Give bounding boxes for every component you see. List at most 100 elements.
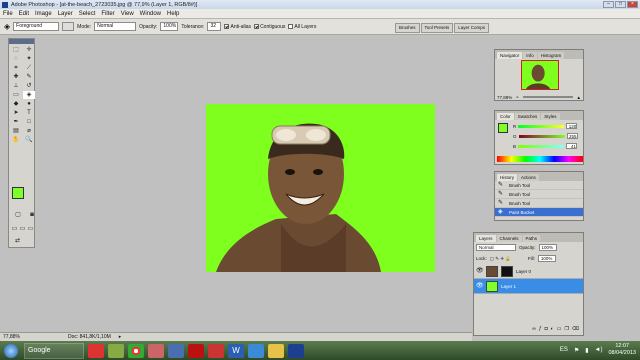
tab-swatches[interactable]: Swatches <box>514 113 541 120</box>
channel-r-slider[interactable] <box>518 124 565 128</box>
menu-layer[interactable]: Layer <box>58 11 73 17</box>
menu-select[interactable]: Select <box>79 11 96 17</box>
document-canvas[interactable] <box>206 104 435 272</box>
zoom-out-icon[interactable]: ▵ <box>516 94 518 100</box>
menu-file[interactable]: File <box>3 11 13 17</box>
eraser-icon[interactable]: ▭ <box>10 91 22 99</box>
layer-row-selected[interactable]: 👁 Layer 1 <box>474 279 583 294</box>
language-indicator[interactable]: ES <box>560 347 568 353</box>
channel-g-slider[interactable] <box>518 134 565 138</box>
history-item[interactable]: ✎ Brush Tool <box>495 199 583 208</box>
menu-view[interactable]: View <box>121 11 134 17</box>
well-layer-comps[interactable]: Layer Comps <box>454 23 490 33</box>
quickmask-mode-icon[interactable]: ◙ <box>26 211 38 219</box>
status-zoom[interactable]: 77,88% <box>3 334 20 340</box>
fill-input[interactable]: 100% <box>537 255 556 262</box>
tab-history[interactable]: History <box>497 174 518 181</box>
minimize-button[interactable]: – <box>603 1 614 8</box>
layer-row[interactable]: 👁 Layer 0 <box>474 264 583 279</box>
tab-actions[interactable]: Actions <box>518 174 539 181</box>
tab-layers[interactable]: Layers <box>476 235 496 242</box>
link-icon[interactable]: ∞ <box>532 326 536 334</box>
stamp-icon[interactable]: ⊥ <box>10 82 22 90</box>
eye-icon[interactable]: 👁 <box>476 283 484 290</box>
history-item-selected[interactable]: ◈ Paint Bucket <box>495 208 583 217</box>
app-icon-3[interactable] <box>148 343 164 358</box>
brush-icon[interactable]: ✎ <box>23 73 35 81</box>
channel-r-value[interactable]: 120 <box>566 123 578 129</box>
marquee-icon[interactable]: ⬚ <box>10 46 22 54</box>
screen-mode-3-icon[interactable]: ▭ <box>27 225 34 233</box>
tab-info[interactable]: Info <box>523 52 537 59</box>
channel-b-value[interactable]: 41 <box>566 143 578 149</box>
clock[interactable]: 12:07 08/04/2013 <box>608 343 636 357</box>
close-button[interactable]: × <box>627 1 638 8</box>
well-tool-presets[interactable]: Tool Presets <box>420 23 454 33</box>
shape-icon[interactable]: □ <box>23 118 35 126</box>
pattern-picker[interactable] <box>62 22 75 31</box>
start-button[interactable] <box>0 341 22 360</box>
adjustment-icon[interactable]: ◐ <box>551 326 554 334</box>
tab-histogram[interactable]: Histogram <box>537 52 565 59</box>
screen-mode-2-icon[interactable]: ▭ <box>19 225 26 233</box>
app-icon-6[interactable] <box>248 343 264 358</box>
history-brush-icon[interactable]: ↺ <box>23 82 35 90</box>
all-layers-checkbox[interactable] <box>288 24 294 29</box>
tab-color[interactable]: Color <box>497 113 514 120</box>
word-icon[interactable]: W <box>228 343 244 358</box>
screen-mode-1-icon[interactable]: ▭ <box>11 225 18 233</box>
lock-icons[interactable]: ▢ ✎ ✛ 🔒 <box>490 256 511 262</box>
tab-styles[interactable]: Styles <box>541 113 560 120</box>
slice-icon[interactable]: ⟋ <box>23 64 35 72</box>
chrome-icon[interactable] <box>128 343 144 358</box>
menu-filter[interactable]: Filter <box>101 11 114 17</box>
layers-opacity-input[interactable]: 100% <box>538 244 557 251</box>
lasso-icon[interactable]: ◌ <box>10 55 22 63</box>
move-icon[interactable]: ✛ <box>23 46 35 54</box>
imageready-icon[interactable]: ⇄ <box>15 238 20 244</box>
maximize-button[interactable]: □ <box>615 1 626 8</box>
tab-channels[interactable]: Channels <box>496 235 522 242</box>
volume-icon[interactable]: ◄) <box>595 347 603 353</box>
pen-icon[interactable]: ✒ <box>10 118 22 126</box>
navigator-thumbnail[interactable] <box>521 60 559 90</box>
menu-window[interactable]: Window <box>140 11 161 17</box>
zoom-icon[interactable]: 🔍 <box>23 136 35 144</box>
app-icon-5[interactable] <box>208 343 224 358</box>
mode-select[interactable]: Normal <box>94 22 137 31</box>
photoshop-taskbar-icon[interactable] <box>288 343 304 358</box>
tolerance-input[interactable]: 32 <box>207 22 222 31</box>
paint-bucket-tool-icon[interactable]: ◈ <box>23 91 35 99</box>
folder-taskbar-icon[interactable] <box>268 343 284 358</box>
healing-icon[interactable]: ✚ <box>10 73 22 81</box>
history-item[interactable]: ✎ Brush Tool <box>495 181 583 190</box>
blur-icon[interactable]: ◆ <box>10 100 22 108</box>
channel-b-slider[interactable] <box>518 144 565 148</box>
flag-icon[interactable]: ⚑ <box>574 347 579 354</box>
magic-wand-icon[interactable]: ✦ <box>23 55 35 63</box>
folder-icon[interactable]: ▭ <box>557 326 562 334</box>
color-foreground-swatch[interactable] <box>498 123 508 133</box>
antialias-checkbox[interactable] <box>224 24 230 29</box>
eye-icon[interactable]: 👁 <box>476 268 484 275</box>
mask-icon[interactable]: ◘ <box>545 326 548 334</box>
zoom-slider[interactable] <box>522 96 573 98</box>
type-icon[interactable]: T <box>23 109 35 117</box>
tab-paths[interactable]: Paths <box>522 235 541 242</box>
new-layer-icon[interactable]: ❐ <box>564 326 568 334</box>
pdf-icon[interactable] <box>188 343 204 358</box>
contiguous-checkbox[interactable] <box>254 24 260 29</box>
google-taskbar-button[interactable]: Google <box>24 342 84 359</box>
blend-mode-select[interactable]: Normal <box>476 244 516 251</box>
crop-icon[interactable]: ⌗ <box>10 64 22 72</box>
history-item[interactable]: ✎ Brush Tool <box>495 190 583 199</box>
app-icon-1[interactable] <box>88 343 104 358</box>
hand-icon[interactable]: ✋ <box>10 136 22 144</box>
menu-edit[interactable]: Edit <box>19 11 29 17</box>
opacity-input[interactable]: 100% <box>160 22 179 31</box>
tab-navigator[interactable]: Navigator <box>497 52 523 59</box>
trash-icon[interactable]: ⌫ <box>572 326 579 334</box>
navigator-zoom-value[interactable]: 77,88% <box>497 95 512 100</box>
standard-mode-icon[interactable]: ▢ <box>12 211 24 219</box>
well-brushes[interactable]: Brushes <box>395 23 420 33</box>
